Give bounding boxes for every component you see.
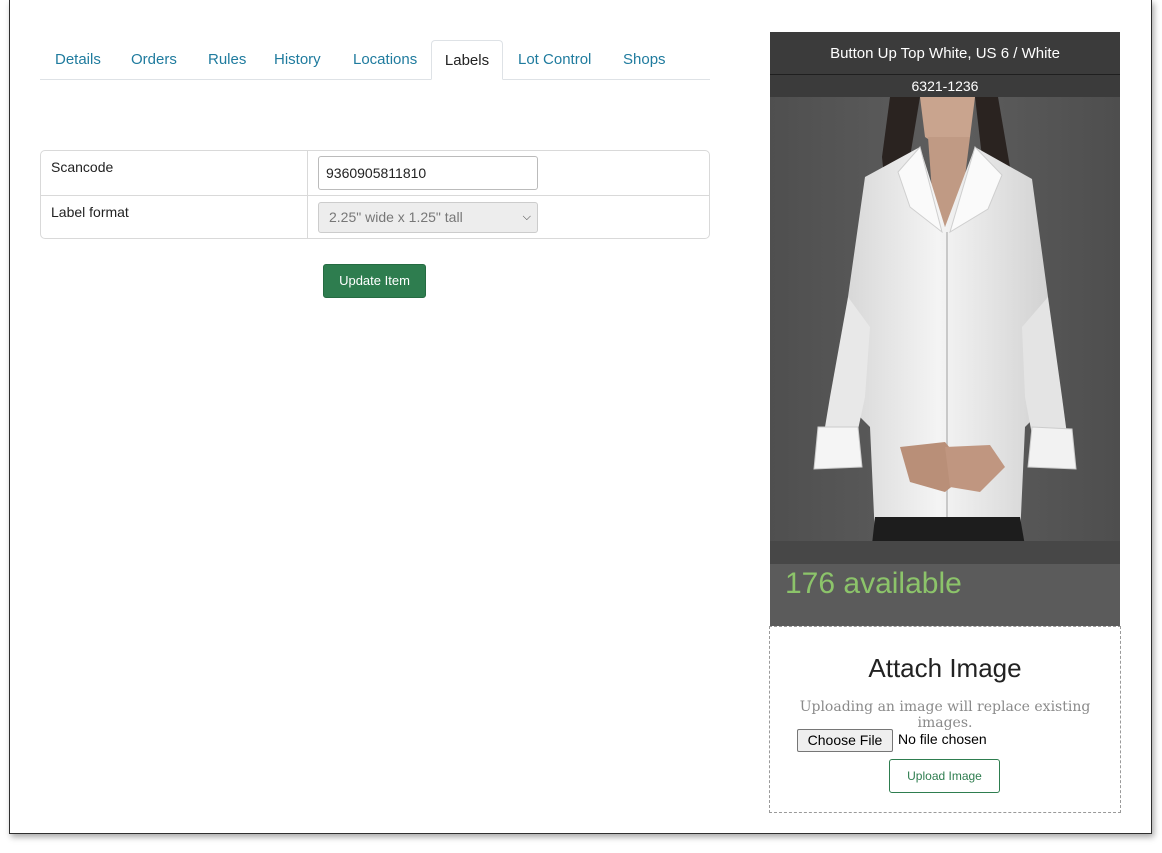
file-status-text: No file chosen: [898, 731, 987, 747]
item-tabs: Details Orders Rules History Locations L…: [40, 40, 710, 80]
tab-shops[interactable]: Shops: [608, 40, 681, 80]
product-title: Button Up Top White, US 6 / White: [770, 32, 1120, 74]
tab-history[interactable]: History: [259, 40, 336, 80]
tab-locations[interactable]: Locations: [338, 40, 432, 80]
chevron-down-icon: ⌵: [522, 211, 531, 223]
attach-image-panel: Attach Image Uploading an image will rep…: [769, 626, 1121, 813]
product-card: Button Up Top White, US 6 / White 6321-1…: [770, 32, 1120, 626]
scancode-label: Scancode: [41, 151, 308, 195]
label-format-select[interactable]: 2.25" wide x 1.25" tall ⌵: [318, 202, 538, 233]
tab-lot-control[interactable]: Lot Control: [503, 40, 606, 80]
attach-image-note: Uploading an image will replace existing…: [799, 699, 1091, 731]
tab-labels[interactable]: Labels: [431, 40, 503, 80]
availability-count: 176 available: [785, 567, 962, 600]
shirt-photo-illustration: [770, 97, 1120, 563]
choose-file-button[interactable]: Choose File: [797, 729, 893, 752]
scancode-input[interactable]: [318, 156, 538, 190]
tab-rules[interactable]: Rules: [193, 40, 261, 80]
upload-image-button[interactable]: Upload Image: [889, 759, 1000, 793]
product-photo: [770, 97, 1120, 563]
tab-details[interactable]: Details: [40, 40, 116, 80]
label-format-row: Label format 2.25" wide x 1.25" tall ⌵: [41, 196, 709, 238]
tab-orders[interactable]: Orders: [116, 40, 192, 80]
product-sku: 6321-1236: [770, 75, 1120, 97]
label-settings-table: Scancode Label format 2.25" wide x 1.25"…: [40, 150, 710, 239]
photo-caption-band: [770, 541, 1120, 564]
label-format-value: 2.25" wide x 1.25" tall: [329, 209, 463, 225]
scancode-row: Scancode: [41, 151, 709, 196]
attach-image-title: Attach Image: [868, 653, 1022, 683]
update-item-button[interactable]: Update Item: [323, 264, 426, 298]
label-format-label: Label format: [41, 196, 308, 238]
